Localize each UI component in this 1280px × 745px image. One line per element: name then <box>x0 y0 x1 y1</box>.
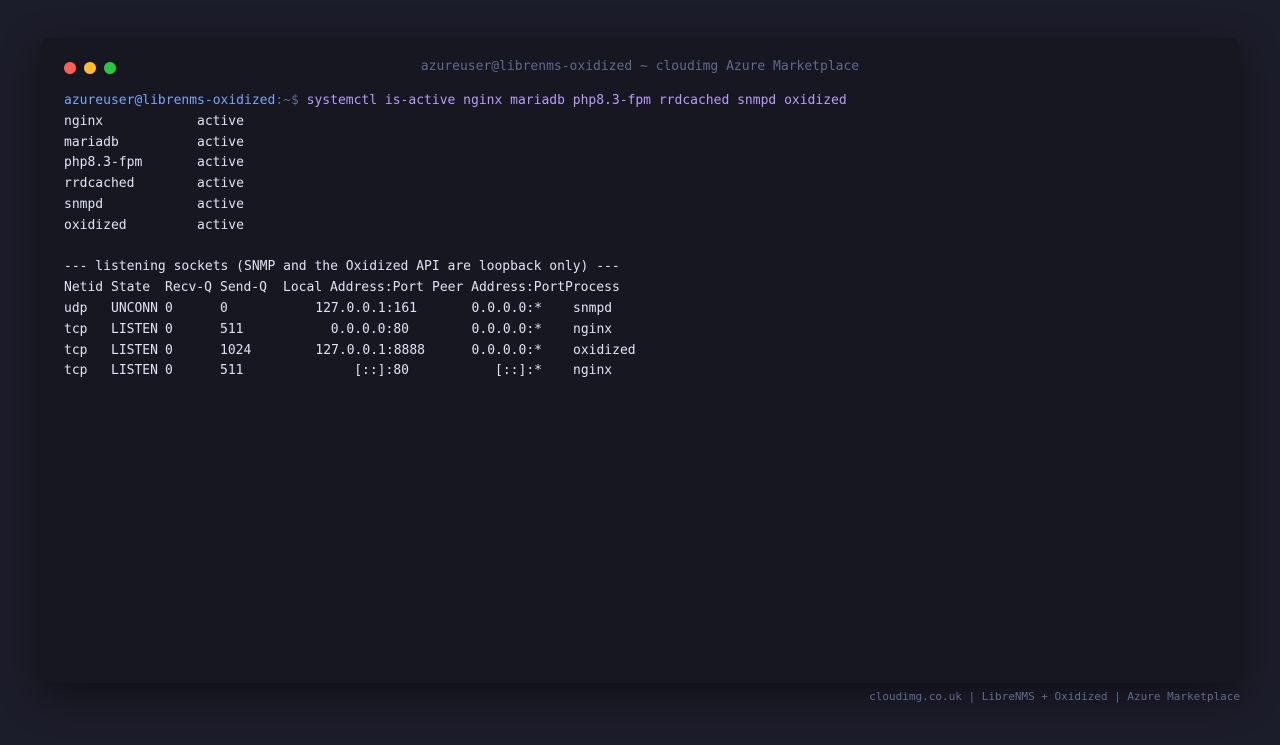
socket-row: udp UNCONN 0 0 127.0.0.1:161 0.0.0.0:* s… <box>64 299 1220 320</box>
service-row: oxidized active <box>64 216 1220 237</box>
service-name: rrdcached <box>64 176 135 192</box>
column-sendq: Send-Q <box>220 280 267 296</box>
socket-local-address: 0.0.0.0:80 <box>330 321 409 337</box>
socket-recvq: 0 <box>165 321 173 337</box>
column-peer-address: Peer Address:Port <box>432 280 566 296</box>
socket-state: UNCONN <box>111 300 158 316</box>
socket-sendq: 511 <box>220 321 244 337</box>
socket-state: LISTEN <box>111 321 158 337</box>
sockets-column-headers: Netid State Recv-Q Send-Q Local Address:… <box>64 278 1220 299</box>
service-status: active <box>197 196 244 212</box>
service-name: nginx <box>64 113 104 129</box>
service-name: mariadb <box>64 134 119 150</box>
socket-netid: tcp <box>64 342 88 358</box>
socket-local-address: [::]:80 <box>354 363 409 379</box>
service-row: nginx active <box>64 112 1220 133</box>
socket-state: LISTEN <box>111 363 158 379</box>
socket-row: tcp LISTEN 0 511 [::]:80 [::]:* nginx <box>64 361 1220 382</box>
socket-recvq: 0 <box>165 342 173 358</box>
socket-recvq: 0 <box>165 300 173 316</box>
socket-netid: udp <box>64 300 88 316</box>
service-status: active <box>197 217 244 233</box>
column-local-address: Local Address:Port <box>283 280 424 296</box>
column-recvq: Recv-Q <box>165 280 212 296</box>
socket-process: nginx <box>573 363 613 379</box>
sockets-header: --- listening sockets (SNMP and the Oxid… <box>64 259 620 275</box>
socket-peer-address: 0.0.0.0:* <box>471 342 542 358</box>
prompt-path: :~$ <box>275 93 299 108</box>
service-status: active <box>197 155 244 171</box>
column-process: Process <box>565 280 620 296</box>
socket-row: tcp LISTEN 0 1024 127.0.0.1:8888 0.0.0.0… <box>64 341 1220 362</box>
service-name: snmpd <box>64 196 104 212</box>
socket-peer-address: 0.0.0.0:* <box>471 300 542 316</box>
service-row: rrdcached active <box>64 174 1220 195</box>
terminal-window: azureuser@librenms-oxidized ~ cloudimg A… <box>40 38 1240 683</box>
service-row: mariadb active <box>64 133 1220 154</box>
service-name: oxidized <box>64 217 127 233</box>
socket-sendq: 0 <box>220 300 228 316</box>
socket-peer-address: 0.0.0.0:* <box>471 321 542 337</box>
socket-peer-address: [::]:* <box>495 363 542 379</box>
column-state: State <box>111 280 151 296</box>
service-status: active <box>197 113 244 129</box>
service-row: php8.3-fpm active <box>64 153 1220 174</box>
socket-local-address: 127.0.0.1:161 <box>315 300 417 316</box>
socket-process: snmpd <box>573 300 613 316</box>
window-title: azureuser@librenms-oxidized ~ cloudimg A… <box>420 59 860 74</box>
socket-process: nginx <box>573 321 613 337</box>
socket-sendq: 1024 <box>220 342 252 358</box>
socket-netid: tcp <box>64 321 88 337</box>
terminal-output[interactable]: azureuser@librenms-oxidized:~$ systemctl… <box>64 91 1220 382</box>
service-row: snmpd active <box>64 195 1220 216</box>
column-netid: Netid <box>64 280 104 296</box>
footer-text: cloudimg.co.uk | LibreNMS + Oxidized | A… <box>869 690 1240 703</box>
socket-local-address: 127.0.0.1:8888 <box>315 342 425 358</box>
prompt-line: azureuser@librenms-oxidized:~$ systemctl… <box>64 91 1220 112</box>
service-name: php8.3-fpm <box>64 155 143 171</box>
prompt-user-host: azureuser@librenms-oxidized <box>64 93 276 108</box>
title-bar: azureuser@librenms-oxidized ~ cloudimg A… <box>40 38 1240 98</box>
socket-sendq: 511 <box>220 363 244 379</box>
socket-netid: tcp <box>64 363 88 379</box>
command-text: systemctl is-active nginx mariadb php8.3… <box>306 93 847 108</box>
socket-recvq: 0 <box>165 363 173 379</box>
service-status: active <box>197 176 244 192</box>
socket-process: oxidized <box>573 342 636 358</box>
socket-row: tcp LISTEN 0 511 0.0.0.0:80 0.0.0.0:* ng… <box>64 320 1220 341</box>
socket-state: LISTEN <box>111 342 158 358</box>
service-status: active <box>197 134 244 150</box>
